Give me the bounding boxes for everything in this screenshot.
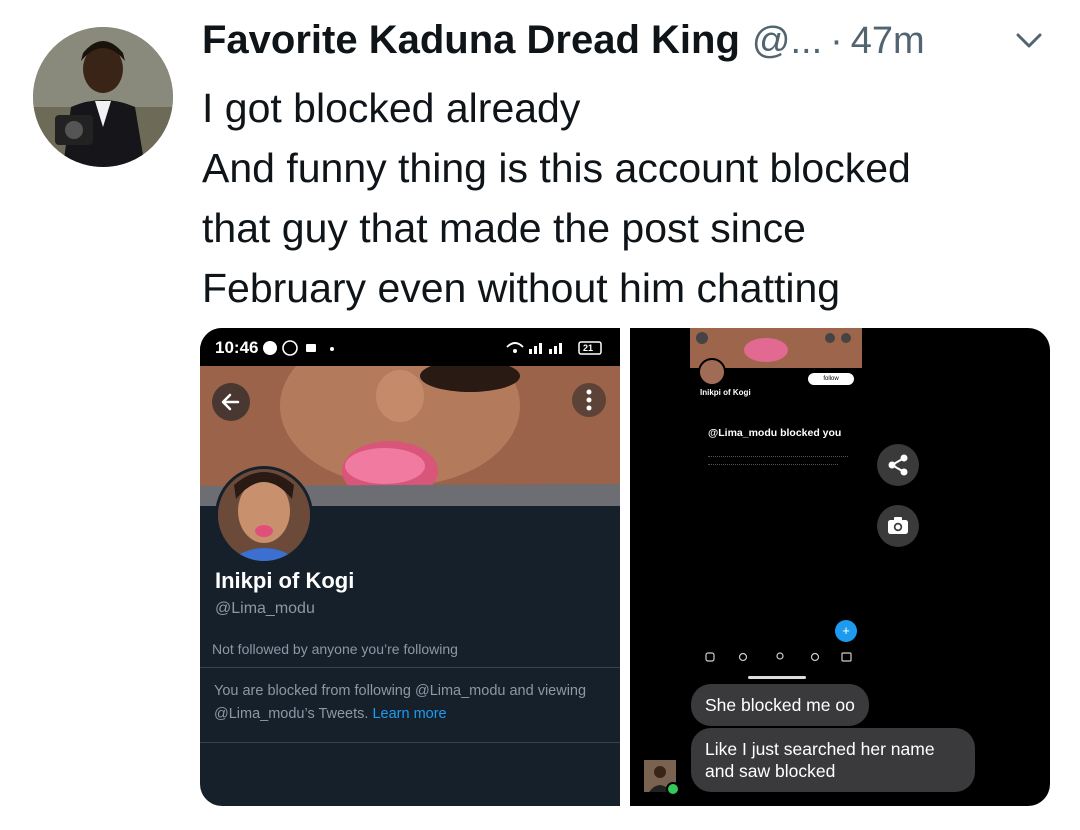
chevron-down-icon[interactable] — [1012, 28, 1046, 52]
mini-blocked-title: @Lima_modu blocked you — [708, 427, 842, 439]
author-handle[interactable]: @... — [752, 20, 822, 63]
mini-blocked-detail — [708, 456, 848, 458]
mini-bottom-nav — [705, 652, 852, 662]
status-bar: 10:46 21 — [200, 328, 620, 366]
status-time: 10:46 — [215, 338, 259, 357]
compose-fab: + — [835, 620, 857, 642]
media-image-left[interactable]: 10:46 21 Inikpi of Kogi @Lima_modu Not f… — [200, 328, 620, 806]
back-button[interactable] — [212, 383, 250, 421]
mini-avatar — [698, 358, 726, 386]
camera-icon[interactable] — [877, 505, 919, 547]
mini-follow-button: follow — [808, 373, 854, 385]
author-avatar[interactable] — [33, 27, 173, 167]
chat-bubble[interactable]: She blocked me oo — [691, 684, 869, 726]
author-name[interactable]: Favorite Kaduna Dread King — [202, 18, 740, 63]
divider — [200, 742, 620, 743]
separator: · — [830, 20, 843, 62]
tweet-line: February even without him chatting — [202, 265, 841, 311]
home-indicator — [748, 676, 806, 679]
tweet-text: I got blocked already And funny thing is… — [202, 78, 1062, 318]
more-options-icon[interactable] — [572, 383, 606, 417]
share-icon[interactable] — [877, 444, 919, 486]
online-status-dot — [666, 782, 680, 796]
tweet-line: that guy that made the post since — [202, 205, 806, 251]
tweet-header: Favorite Kaduna Dread King @... · 47m — [202, 18, 925, 74]
battery-level: 21 — [583, 343, 594, 353]
divider — [200, 667, 620, 668]
mini-profile-name: Inikpi of Kogi — [700, 388, 751, 397]
blocked-message: You are blocked from following @Lima_mod… — [214, 680, 594, 726]
profile-avatar[interactable] — [215, 466, 313, 564]
profile-handle: @Lima_modu — [215, 600, 315, 617]
mini-blocked-detail — [708, 464, 838, 466]
tweet-time[interactable]: 47m — [851, 20, 925, 63]
chat-bubble[interactable]: Like I just searched her name and saw bl… — [691, 728, 975, 792]
tweet-line: And funny thing is this account blocked — [202, 145, 911, 191]
notification-icons — [263, 340, 334, 356]
tweet-line: I got blocked already — [202, 85, 581, 131]
media-image-right[interactable]: follow Inikpi of Kogi @Lima_modu blocked… — [630, 328, 1050, 806]
profile-name: Inikpi of Kogi — [215, 568, 355, 593]
followers-you-know: Not followed by anyone you’re following — [212, 641, 458, 657]
learn-more-link[interactable]: Learn more — [372, 706, 446, 722]
